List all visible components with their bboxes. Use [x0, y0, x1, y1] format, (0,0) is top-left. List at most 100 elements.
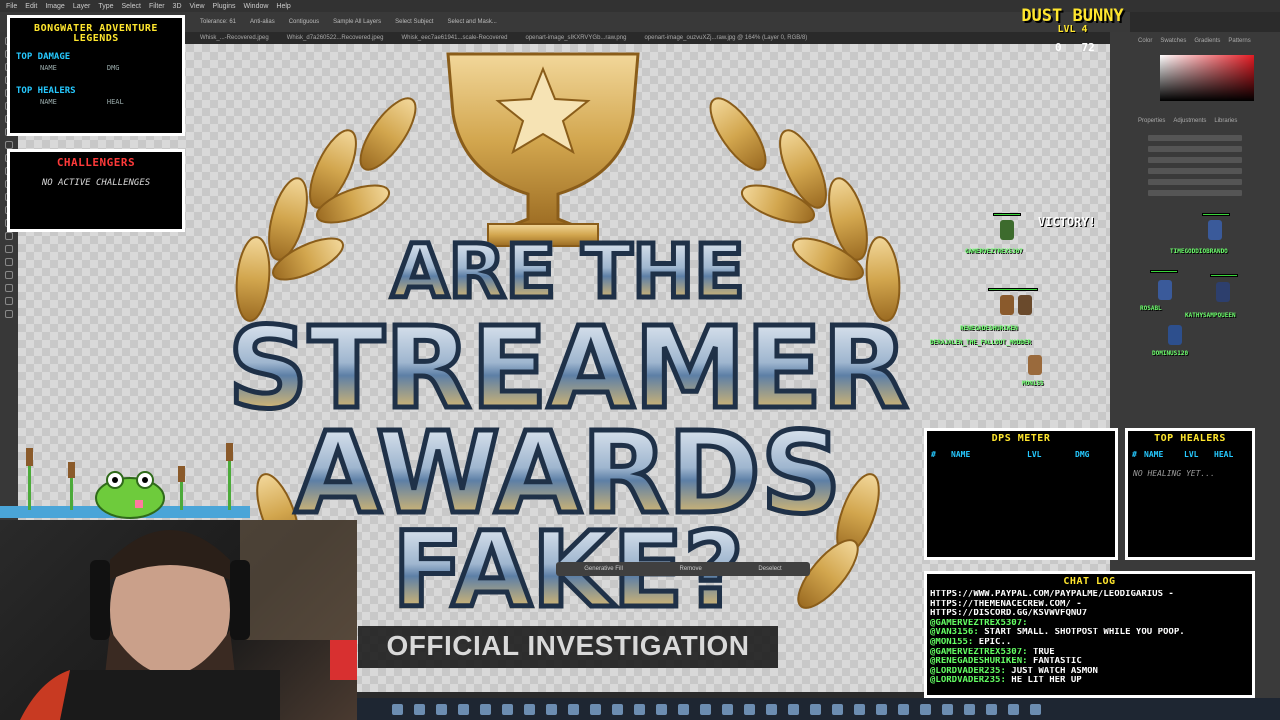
chat-text: TRUE — [1032, 647, 1055, 657]
chat-text: FANTASTIC — [1032, 657, 1082, 667]
panel-tab[interactable]: Adjustments — [1173, 118, 1206, 124]
tool-icon[interactable] — [5, 232, 13, 240]
taskbar-app-icon[interactable] — [964, 703, 975, 715]
tool-icon[interactable] — [5, 284, 13, 292]
taskbar-app-icon[interactable] — [898, 703, 909, 715]
taskbar-app-icon[interactable] — [568, 703, 579, 715]
document-tab[interactable]: openart-image_sIKXRVYGb...raw.png — [526, 35, 627, 41]
taskbar-app-icon[interactable] — [832, 703, 843, 715]
option-item[interactable]: Contiguous — [289, 19, 319, 25]
chat-text: HTTPS://DISCORD.GG/KSVWVFQNU7 — [930, 609, 1088, 619]
tool-icon[interactable] — [5, 258, 13, 266]
menu-item[interactable]: Help — [276, 3, 290, 10]
taskbar-app-icon[interactable] — [854, 703, 865, 715]
hp-bar — [1150, 270, 1178, 273]
taskbar-app-icon[interactable] — [678, 703, 689, 715]
taskbar-app-icon[interactable] — [1030, 703, 1041, 715]
menu-item[interactable]: Layer — [73, 3, 91, 10]
taskbar-app-icon[interactable] — [458, 703, 469, 715]
generative-fill-button[interactable]: Generative Fill — [584, 566, 623, 572]
streamer-silhouette — [20, 520, 357, 720]
property-row — [1148, 179, 1242, 185]
column-header: HEAL — [106, 98, 124, 106]
column-header: DMG — [106, 64, 120, 72]
document-tab[interactable]: Whisk_...-Recovered.jpeg — [200, 35, 269, 41]
taskbar-app-icon[interactable] — [656, 703, 667, 715]
menu-item[interactable]: Image — [45, 3, 64, 10]
game-level: LVL 4 — [1057, 24, 1088, 35]
taskbar-app-icon[interactable] — [1008, 703, 1019, 715]
deselect-button[interactable]: Deselect — [758, 566, 781, 572]
taskbar-app-icon[interactable] — [480, 703, 491, 715]
tool-icon[interactable] — [5, 245, 13, 253]
menu-item[interactable]: Type — [98, 3, 113, 10]
top-damage-columns: NAME DMG — [40, 64, 182, 72]
chat-lines: HTTPS://WWW.PAYPAL.COM/PAYPALME/LEODIGAR… — [927, 587, 1252, 686]
option-item[interactable]: Anti-alias — [250, 19, 275, 25]
menu-item[interactable]: Plugins — [213, 3, 236, 10]
sprite-character — [1018, 295, 1032, 315]
chat-message: @GAMERVEZTREX5307: TRUE — [930, 648, 1252, 658]
hp-bar — [1202, 213, 1230, 216]
taskbar-app-icon[interactable] — [744, 703, 755, 715]
challengers-title: CHALLENGERS — [56, 156, 136, 169]
column-header: NAME — [40, 98, 57, 106]
taskbar-app-icon[interactable] — [810, 703, 821, 715]
document-tab[interactable]: openart-image_ouzvuXZj...raw.jpg @ 164% … — [644, 35, 807, 41]
panel-tab[interactable]: Gradients — [1194, 38, 1220, 44]
taskbar-app-icon[interactable] — [722, 703, 733, 715]
menu-item[interactable]: View — [190, 3, 205, 10]
color-picker-field[interactable] — [1160, 55, 1254, 101]
taskbar-app-icon[interactable] — [414, 703, 425, 715]
taskbar-app-icon[interactable] — [986, 703, 997, 715]
taskbar-app-icon[interactable] — [920, 703, 931, 715]
menu-item[interactable]: Filter — [149, 3, 165, 10]
menu-item[interactable]: Select — [122, 3, 141, 10]
remove-button[interactable]: Remove — [679, 566, 701, 572]
tool-icon[interactable] — [5, 297, 13, 305]
panel-tab[interactable]: Properties — [1138, 118, 1165, 124]
taskbar-app-icon[interactable] — [502, 703, 513, 715]
property-row — [1148, 135, 1242, 141]
menu-item[interactable]: Edit — [25, 3, 37, 10]
option-item[interactable]: Sample All Layers — [333, 19, 381, 25]
taskbar-app-icon[interactable] — [634, 703, 645, 715]
taskbar-app-icon[interactable] — [766, 703, 777, 715]
sprite-name: TIMEGODDIOBRANDO — [1170, 248, 1228, 255]
healers-empty: NO HEALING YET... — [1133, 469, 1215, 478]
taskbar-app-icon[interactable] — [524, 703, 535, 715]
hp-bar — [1210, 274, 1238, 277]
panel-tab[interactable]: Swatches — [1160, 38, 1186, 44]
taskbar-app-icon[interactable] — [590, 703, 601, 715]
option-item[interactable]: Select and Mask... — [447, 19, 496, 25]
panel-tab[interactable]: Color — [1138, 38, 1152, 44]
hp-bar — [988, 288, 1038, 291]
taskbar-app-icon[interactable] — [546, 703, 557, 715]
taskbar-app-icon[interactable] — [700, 703, 711, 715]
document-tab[interactable]: Whisk_d7a260522...Recovered.jpeg — [287, 35, 384, 41]
tool-icon[interactable] — [5, 271, 13, 279]
chat-text: START SMALL. SHOTPOST WHILE YOU POOP. — [984, 628, 1185, 638]
tool-icon[interactable] — [5, 141, 13, 149]
option-item[interactable]: Tolerance: 61 — [200, 19, 236, 25]
contextual-task-bar[interactable]: Generative Fill Remove Deselect — [556, 562, 810, 576]
taskbar-app-icon[interactable] — [788, 703, 799, 715]
taskbar-app-icon[interactable] — [392, 703, 403, 715]
taskbar-app-icon[interactable] — [876, 703, 887, 715]
panel-tab[interactable]: Libraries — [1214, 118, 1237, 124]
taskbar-app-icon[interactable] — [612, 703, 623, 715]
property-row — [1148, 168, 1242, 174]
menu-item[interactable]: Window — [244, 3, 269, 10]
ps-document-tabs: Whisk_...-Recovered.jpeg Whisk_d7a260522.… — [190, 32, 1110, 44]
taskbar-app-icon[interactable] — [942, 703, 953, 715]
panel-tab[interactable]: Patterns — [1228, 38, 1250, 44]
menu-item[interactable]: 3D — [173, 3, 182, 10]
tool-icon[interactable] — [5, 310, 13, 318]
properties-panel-tabs: Properties Adjustments Libraries — [1110, 112, 1280, 130]
sprite-area-right: TIMEGODDIOBRANDO ROSABL KATHYSAMPQUEEN D… — [1140, 210, 1280, 370]
subtitle: OFFICIAL INVESTIGATION — [386, 630, 750, 661]
taskbar-app-icon[interactable] — [436, 703, 447, 715]
menu-item[interactable]: File — [6, 3, 17, 10]
option-item[interactable]: Select Subject — [395, 19, 433, 25]
document-tab[interactable]: Whisk_eec7ae61941...scale-Recovered — [401, 35, 507, 41]
